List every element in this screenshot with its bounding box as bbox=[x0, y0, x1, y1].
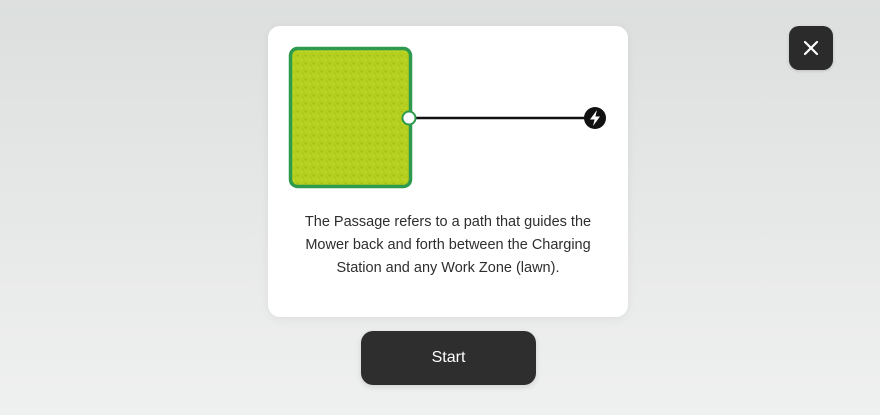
work-zone-lawn bbox=[288, 46, 413, 189]
description-line-3: Station and any Work Zone (lawn). bbox=[336, 260, 560, 276]
screen: The Passage refers to a path that guides… bbox=[0, 0, 880, 415]
description-line-1: The Passage refers to a path that guides… bbox=[304, 214, 592, 230]
passage-start-node bbox=[401, 110, 417, 126]
passage-description: The Passage refers to a path that guides… bbox=[268, 211, 628, 280]
start-button[interactable]: Start bbox=[361, 331, 536, 385]
close-icon bbox=[803, 40, 819, 56]
charging-station-icon bbox=[584, 107, 606, 129]
info-card: The Passage refers to a path that guides… bbox=[268, 26, 628, 317]
close-button[interactable] bbox=[789, 26, 833, 70]
description-line-2: Mower back and forth between the Chargin… bbox=[305, 237, 591, 253]
passage-illustration bbox=[288, 46, 606, 189]
